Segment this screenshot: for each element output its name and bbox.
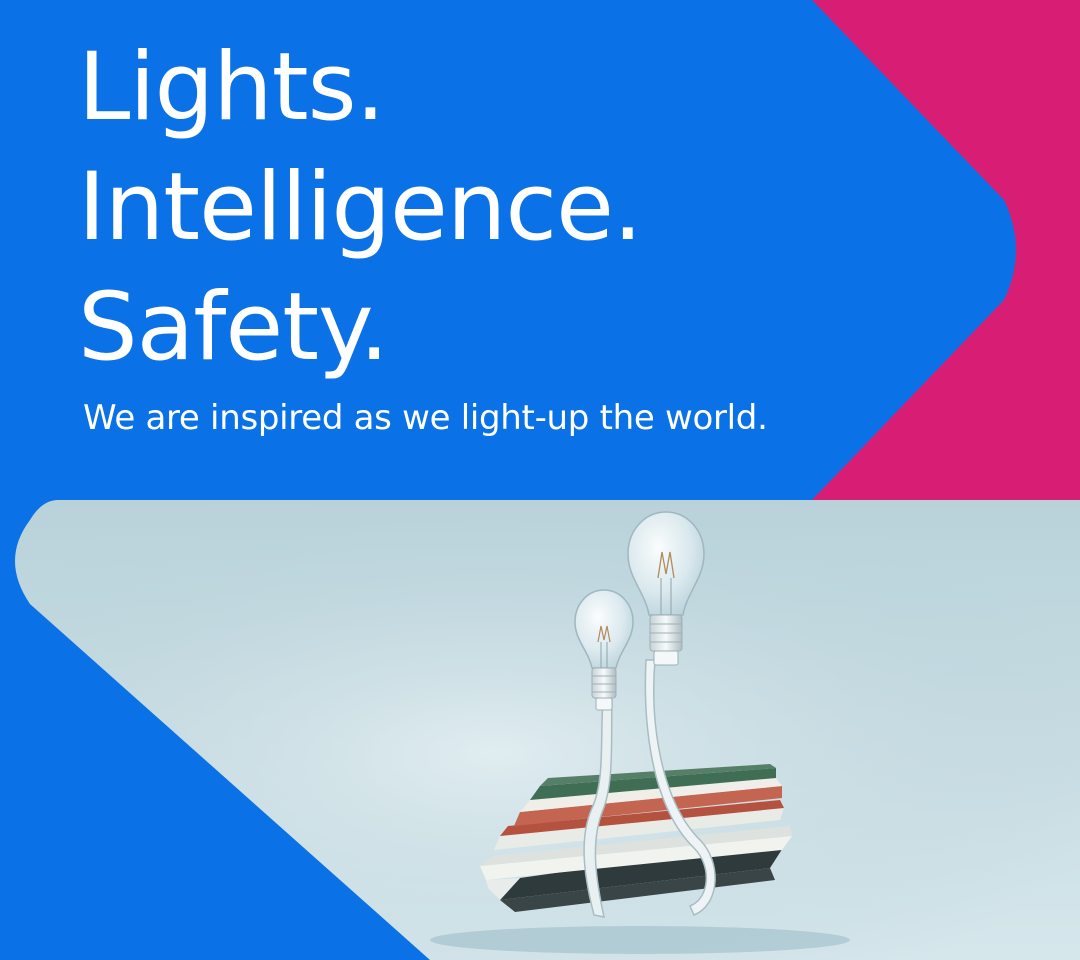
headline: Lights. Intelligence. Safety. [78,28,643,388]
hero-banner: Lights. Intelligence. Safety. We are ins… [0,0,1080,960]
headline-line-safety: Safety. [78,273,389,382]
headline-line-lights: Lights. [78,33,385,142]
tagline: We are inspired as we light-up the world… [83,398,768,438]
headline-line-intelligence: Intelligence. [78,153,643,262]
